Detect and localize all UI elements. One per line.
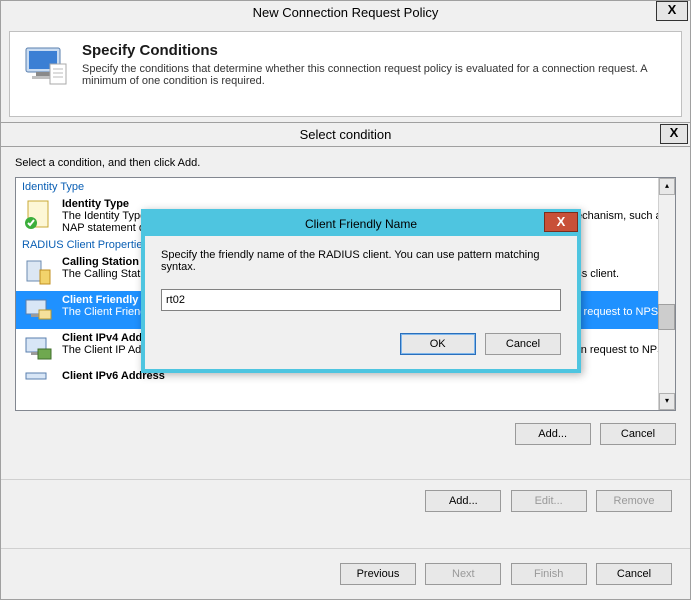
previous-button[interactable]: Previous — [340, 563, 416, 585]
server-phone-icon — [22, 256, 54, 288]
select-condition-title-bar: Select condition X — [1, 123, 690, 147]
modal-title-bar: Client Friendly Name X — [144, 212, 578, 236]
computer-icon — [22, 370, 54, 402]
next-button[interactable]: Next — [425, 563, 501, 585]
modal-button-row: OK Cancel — [161, 333, 561, 355]
select-condition-title: Select condition — [300, 127, 392, 142]
friendly-name-input[interactable] — [161, 289, 561, 311]
modal-close-button[interactable]: X — [544, 212, 578, 232]
select-condition-buttons: Add... Cancel — [15, 423, 676, 445]
select-condition-close-button[interactable]: X — [660, 124, 688, 144]
wizard-title: New Connection Request Policy — [253, 5, 439, 20]
wizard-header-text: Specify Conditions Specify the condition… — [82, 42, 669, 106]
monitor-policy-icon — [22, 42, 70, 90]
ok-button[interactable]: OK — [400, 333, 476, 355]
listbox-scrollbar[interactable]: ▴ ▾ — [658, 178, 675, 410]
cancel-button[interactable]: Cancel — [596, 563, 672, 585]
document-checkmark-icon — [22, 198, 54, 230]
modal-body: Specify the friendly name of the RADIUS … — [145, 235, 577, 369]
wizard-close-button[interactable]: X — [656, 1, 688, 21]
finish-button[interactable]: Finish — [511, 563, 587, 585]
select-condition-instruction: Select a condition, and then click Add. — [15, 157, 676, 169]
edit-condition-button[interactable]: Edit... — [511, 490, 587, 512]
remove-condition-button[interactable]: Remove — [596, 490, 672, 512]
modal-cancel-button[interactable]: Cancel — [485, 333, 561, 355]
scroll-up-button[interactable]: ▴ — [659, 178, 675, 195]
conditions-button-row: Add... Edit... Remove — [1, 479, 690, 522]
scroll-thumb[interactable] — [658, 304, 675, 330]
wizard-header: Specify Conditions Specify the condition… — [9, 31, 682, 117]
section-identity-type: Identity Type — [16, 179, 675, 195]
modal-title: Client Friendly Name — [305, 217, 417, 231]
sc-cancel-button[interactable]: Cancel — [600, 423, 676, 445]
computer-card-icon — [22, 332, 54, 364]
page-title: Specify Conditions — [82, 42, 669, 59]
sc-add-button[interactable]: Add... — [515, 423, 591, 445]
scroll-down-button[interactable]: ▾ — [659, 393, 675, 410]
client-friendly-name-dialog: Client Friendly Name X Specify the frien… — [141, 209, 581, 373]
computer-tag-icon — [22, 294, 54, 326]
add-condition-button[interactable]: Add... — [425, 490, 501, 512]
modal-description: Specify the friendly name of the RADIUS … — [161, 249, 561, 273]
wizard-nav-row: Previous Next Finish Cancel — [1, 548, 690, 599]
wizard-title-bar: New Connection Request Policy X — [1, 1, 690, 25]
page-description: Specify the conditions that determine wh… — [82, 63, 669, 87]
